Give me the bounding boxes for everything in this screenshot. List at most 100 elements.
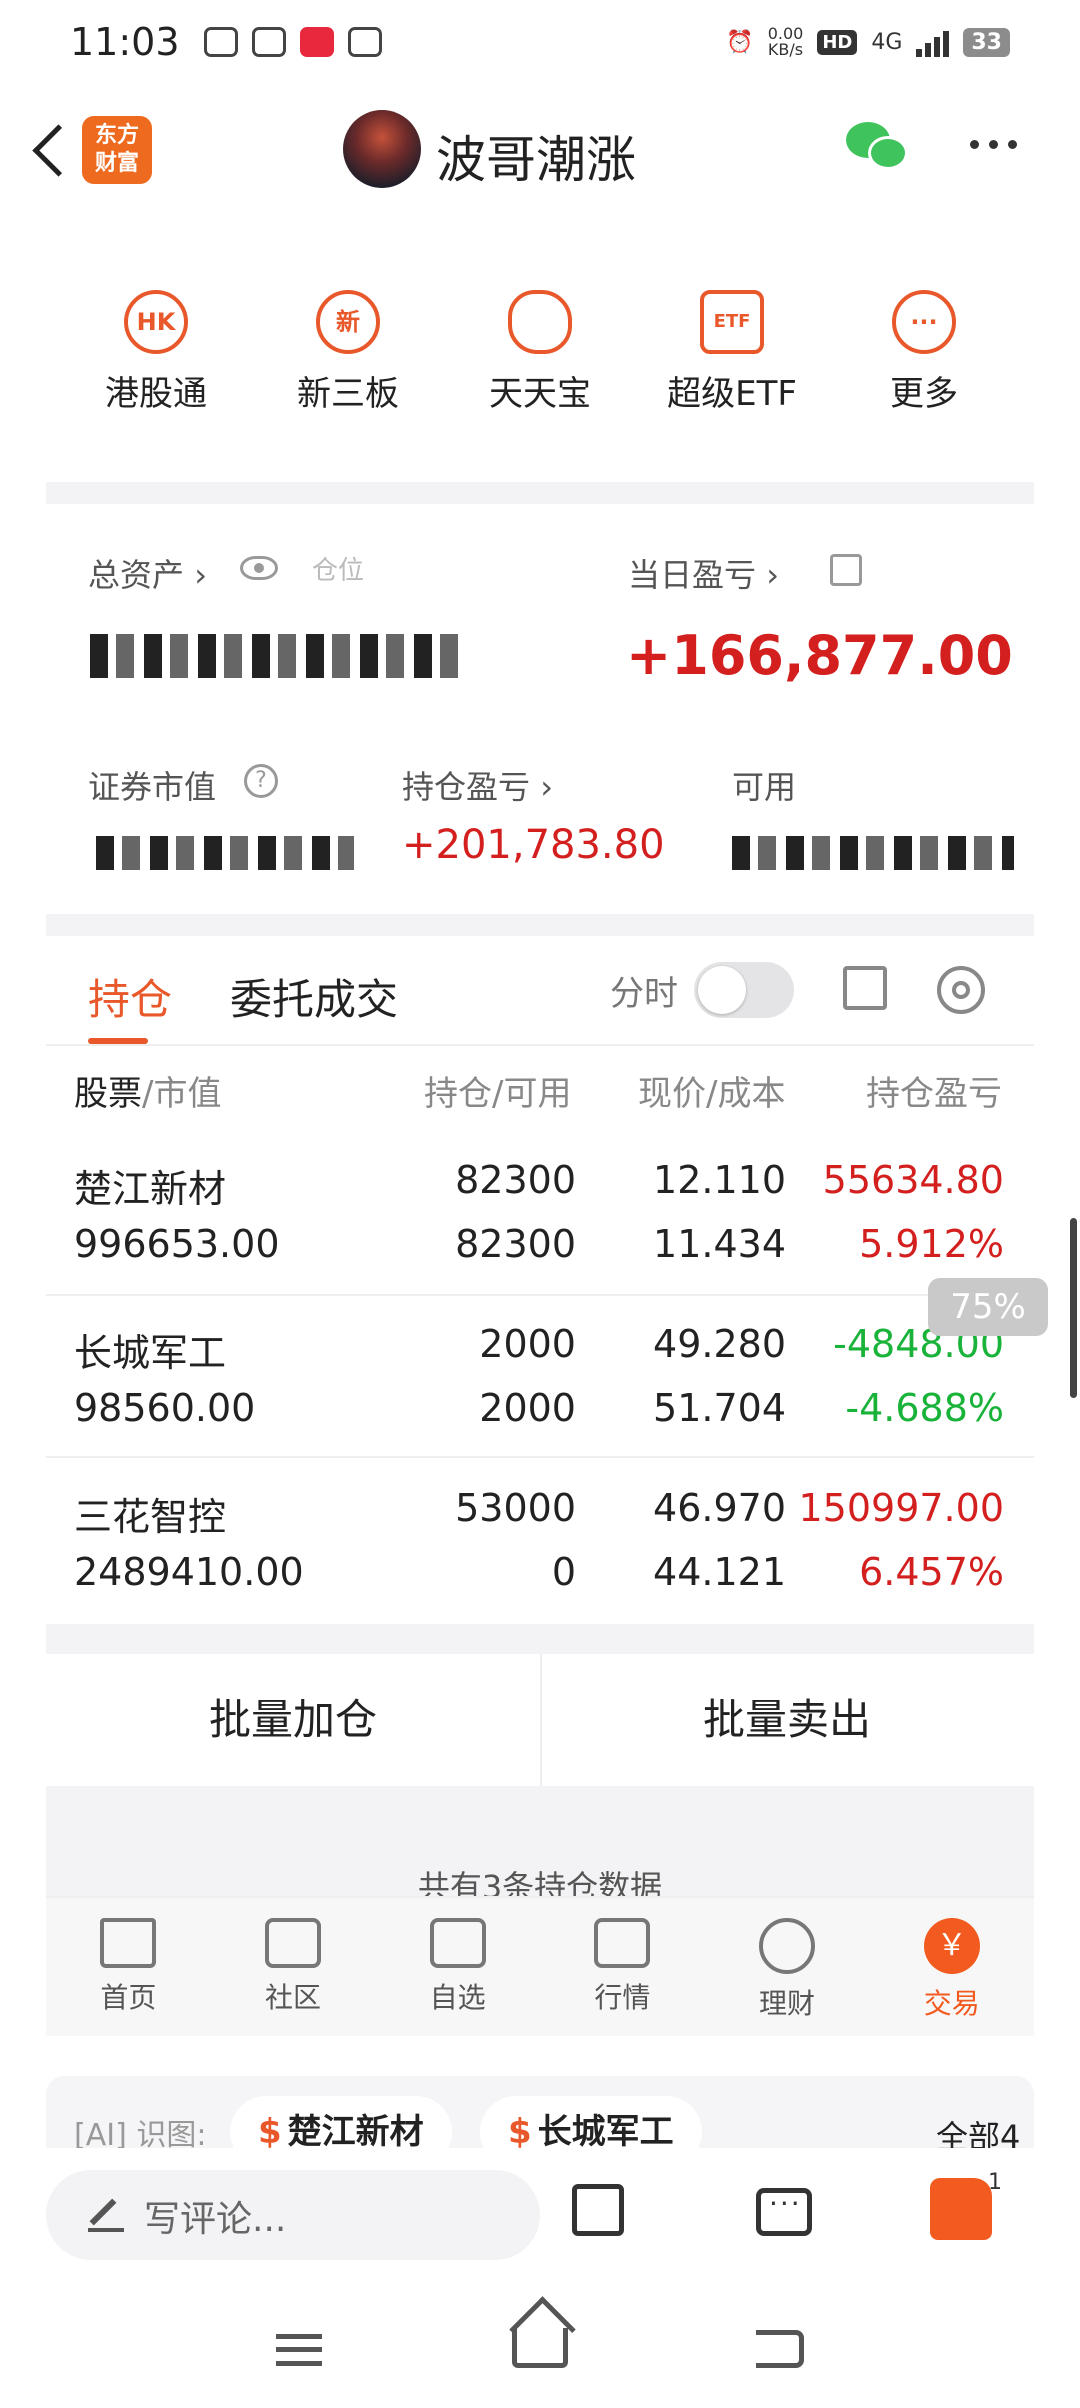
card-notify-icon — [251, 27, 286, 57]
total-assets-value-mosaic — [90, 634, 460, 678]
holding-qty: 82300 — [455, 1158, 576, 1202]
holdings-summary: 共有3条持仓数据 — [46, 1786, 1034, 1906]
app-notify-icon — [299, 27, 334, 57]
status-bar: 11:03 ⏰ 0.00 KB/s HD 4G 33 — [0, 0, 1080, 84]
network-type: 4G — [871, 29, 903, 55]
external-link-icon[interactable] — [830, 554, 862, 586]
ai-recognize-bar: [AI] 识图: $楚江新材 $长城军工 全部4 ▸ — [46, 2076, 1034, 2148]
market-value: 98560.00 — [74, 1386, 256, 1430]
col-header-qty: 持仓/可用 — [424, 1074, 572, 1114]
trade-icon: ￥ — [923, 1918, 980, 1974]
total-assets-label[interactable]: 总资产 › — [88, 550, 207, 596]
table-row[interactable]: 三花智控 2489410.00 53000 0 46.970 44.121 15… — [46, 1458, 1034, 1620]
batch-sell-button[interactable]: 批量卖出 — [540, 1654, 1034, 1786]
intraday-label: 分时 — [610, 974, 678, 1014]
scrollbar[interactable] — [1070, 1218, 1077, 1398]
table-row[interactable]: 长城军工 98560.00 2000 2000 49.280 51.704 -4… — [46, 1296, 1034, 1458]
signal-icon — [916, 27, 950, 57]
table-row[interactable]: 楚江新材 996653.00 82300 82300 12.110 11.434… — [46, 1134, 1034, 1296]
tab-orders[interactable]: 委托成交 — [230, 966, 398, 1027]
quick-label: 港股通 — [105, 374, 207, 414]
eye-icon[interactable] — [240, 556, 278, 580]
holding-qty: 2000 — [479, 1322, 576, 1366]
author-name[interactable]: 波哥潮涨 — [436, 120, 636, 192]
ai-label: [AI] 识图: — [74, 2118, 207, 2148]
help-icon[interactable]: ? — [244, 764, 278, 798]
gear-icon[interactable] — [937, 966, 985, 1014]
section-divider — [46, 482, 1034, 504]
stock-name: 三花智控 — [74, 1495, 227, 1539]
comment-input[interactable]: 写评论... — [46, 2170, 540, 2260]
watchlist-icon — [429, 1918, 486, 1968]
holding-pl-pct: -4.688% — [845, 1386, 1004, 1430]
quick-tiantianbao[interactable]: 天天宝 — [444, 290, 636, 415]
stock-chip[interactable]: $ 长城军工 — [480, 2096, 702, 2148]
batch-add-button[interactable]: 批量加仓 — [46, 1654, 540, 1786]
quick-neeq[interactable]: 新 新三板 — [252, 290, 444, 415]
clipped-menu-row — [0, 206, 1080, 222]
daily-pl-label[interactable]: 当日盈亏 › — [628, 550, 779, 596]
dollar-icon: $ — [508, 2112, 532, 2148]
quick-hk-connect[interactable]: HK 港股通 — [60, 290, 252, 415]
quick-more[interactable]: ··· 更多 — [828, 290, 1020, 415]
share-icon[interactable] — [843, 966, 887, 1010]
wechat-share-icon[interactable] — [846, 118, 910, 178]
tab-market[interactable]: 行情 — [540, 1898, 705, 2036]
more-icon: ··· — [892, 290, 956, 354]
intraday-toggle[interactable] — [694, 962, 794, 1018]
stock-name: 长城军工 — [74, 1331, 227, 1375]
holding-pl-pct: 6.457% — [859, 1550, 1004, 1594]
cost-price: 44.121 — [653, 1550, 786, 1594]
forward-icon[interactable] — [572, 2184, 624, 2236]
section-divider — [46, 914, 1034, 936]
col-header-stock: 股票/市值 — [74, 1074, 222, 1114]
tab-watchlist[interactable]: 自选 — [375, 1898, 540, 2036]
tab-home[interactable]: 首页 — [46, 1898, 211, 2036]
quick-super-etf[interactable]: ETF 超级ETF — [636, 290, 828, 415]
available-label: 可用 — [732, 768, 797, 806]
net-speed: 0.00 KB/s — [767, 24, 804, 59]
hk-icon: HK — [124, 290, 188, 354]
batch-actions: 批量加仓 批量卖出 — [46, 1654, 1034, 1786]
tab-community[interactable]: 社区 — [211, 1898, 376, 2036]
quick-label: 超级ETF — [667, 374, 797, 414]
battery-icon: 33 — [963, 27, 1010, 57]
show-all-link[interactable]: 全部4 ▸ — [936, 2112, 1034, 2148]
position-label: 仓位 — [312, 556, 365, 586]
quick-label: 天天宝 — [489, 374, 591, 414]
quick-label: 更多 — [890, 374, 958, 414]
status-time: 11:03 — [70, 20, 180, 64]
holding-pl-label[interactable]: 持仓盈亏 › — [402, 762, 553, 808]
stock-chip[interactable]: $ 楚江新材 — [230, 2096, 452, 2148]
holding-pl-value: +201,783.80 — [402, 822, 665, 868]
market-value-label: 证券市值 — [88, 768, 217, 806]
back-button[interactable] — [22, 120, 78, 180]
alarm-icon: ⏰ — [726, 29, 754, 55]
comment-icon[interactable] — [756, 2187, 812, 2236]
tab-divider — [46, 1044, 1034, 1046]
tab-finance[interactable]: 理财 — [705, 1898, 870, 2036]
pencil-icon — [88, 2196, 124, 2232]
etf-icon: ETF — [700, 290, 764, 354]
recent-apps-icon[interactable] — [276, 2334, 322, 2366]
comment-bar: 写评论... 1 — [0, 2148, 1080, 2278]
holding-qty: 53000 — [455, 1486, 576, 1530]
app-tab-bar: 首页 社区 自选 行情 理财 ￥ 交易 — [46, 1896, 1034, 2036]
back-nav-icon[interactable] — [756, 2330, 804, 2368]
holding-pl-pct: 5.912% — [859, 1222, 1004, 1266]
market-value: 996653.00 — [74, 1222, 280, 1266]
tab-holdings[interactable]: 持仓 — [88, 966, 172, 1027]
tab-trade[interactable]: ￥ 交易 — [869, 1898, 1034, 2036]
cost-price: 11.434 — [653, 1222, 786, 1266]
market-value-mosaic — [96, 836, 354, 870]
holding-pl: 55634.80 — [822, 1158, 1004, 1202]
more-options-icon[interactable] — [970, 140, 1017, 149]
current-price: 12.110 — [653, 1158, 786, 1202]
daily-pl-value: +166,877.00 — [626, 624, 1013, 687]
home-nav-icon[interactable] — [512, 2328, 568, 2368]
thumbs-up-icon[interactable] — [930, 2178, 992, 2240]
available-qty: 2000 — [479, 1386, 576, 1430]
avatar[interactable] — [343, 110, 421, 188]
section-divider — [46, 1624, 1034, 1654]
finance-icon — [759, 1918, 816, 1974]
